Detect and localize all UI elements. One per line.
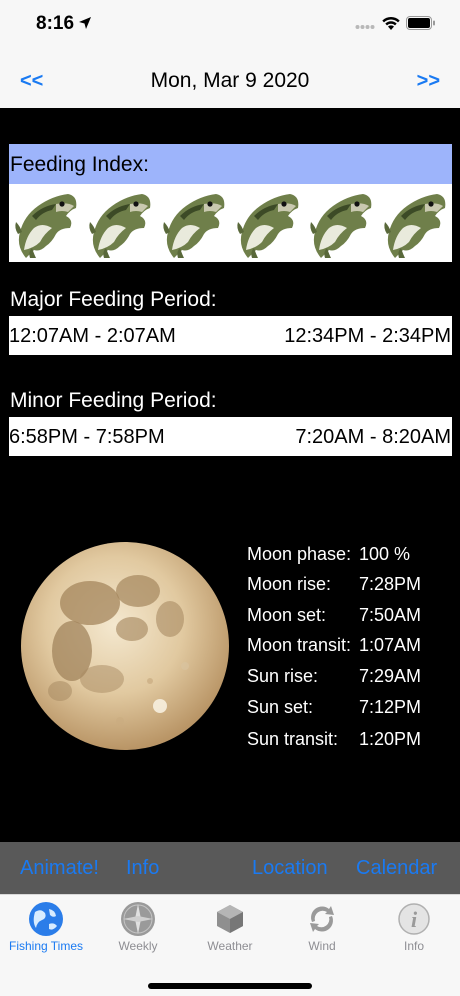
- sun-transit-label: Sun transit:: [247, 729, 339, 749]
- major-period-2: 12:34PM - 2:34PM: [284, 325, 451, 347]
- tab-bar: Fishing Times Weekly Weather Wind i Info: [0, 894, 460, 996]
- info-button[interactable]: Info: [126, 857, 159, 880]
- wind-arrows-icon: [310, 906, 334, 932]
- tab-wind[interactable]: Wind: [276, 895, 368, 957]
- globe-icon: [29, 902, 63, 936]
- compass-icon: [121, 902, 155, 936]
- moon-rise-value: 7:28PM: [359, 574, 422, 594]
- moon-set-value: 7:50AM: [359, 605, 422, 625]
- location-arrow-icon: [79, 17, 91, 29]
- bass-fish-icon: [384, 194, 446, 258]
- sun-rise-value: 7:29AM: [359, 666, 422, 686]
- major-period-1: 12:07AM - 2:07AM: [9, 325, 176, 347]
- minor-period-box: 6:58PM - 7:58PM 7:20AM - 8:20AM: [9, 417, 452, 456]
- moon-set-label: Moon set:: [247, 605, 327, 625]
- bass-fish-icon: [89, 194, 151, 258]
- calendar-button[interactable]: Calendar: [356, 857, 437, 880]
- animate-button[interactable]: Animate!: [20, 857, 99, 880]
- feeding-index-label: Feeding Index:: [9, 144, 452, 184]
- tab-info[interactable]: i Info: [368, 895, 460, 957]
- tab-label: Fishing Times: [8, 939, 84, 953]
- sun-set-value: 7:12PM: [359, 697, 422, 717]
- sun-rise-label: Sun rise:: [247, 666, 319, 686]
- status-time: 8:16: [36, 13, 75, 34]
- tab-fishing-times[interactable]: Fishing Times: [0, 895, 92, 957]
- action-toolbar: Animate! Info Location Calendar: [0, 842, 460, 894]
- moon-transit-value: 1:07AM: [359, 635, 422, 655]
- home-indicator[interactable]: [148, 983, 312, 989]
- info-icon: i: [398, 903, 430, 935]
- sun-set-label: Sun set:: [247, 697, 314, 717]
- main-content: Feeding Index: Major Feeding Period: 12:…: [0, 108, 460, 842]
- nav-bar: << Mon, Mar 9 2020 >>: [0, 50, 460, 108]
- moon-phase-label: Moon phase:: [247, 544, 352, 564]
- feeding-index-panel: Feeding Index:: [9, 144, 452, 262]
- major-period-label: Major Feeding Period:: [10, 288, 217, 311]
- tab-label: Info: [403, 939, 424, 953]
- moon-phase-value: 100 %: [359, 544, 411, 564]
- bass-fish-icon: [162, 194, 224, 258]
- minor-period-label: Minor Feeding Period:: [10, 389, 217, 412]
- signal-dots-icon: [355, 25, 375, 29]
- svg-text:i: i: [411, 907, 418, 932]
- tab-weather[interactable]: Weather: [184, 895, 276, 957]
- bass-fish-icon: [310, 194, 372, 258]
- tab-label: Weather: [207, 939, 253, 953]
- full-moon-image: [21, 542, 229, 750]
- moon-rise-label: Moon rise:: [247, 574, 332, 594]
- status-bar: 8:16: [0, 0, 460, 50]
- moon-transit-label: Moon transit:: [247, 635, 352, 655]
- tab-weekly[interactable]: Weekly: [92, 895, 184, 957]
- major-period-box: 12:07AM - 2:07AM 12:34PM - 2:34PM: [9, 316, 452, 355]
- cube-icon: [217, 905, 243, 933]
- next-day-button[interactable]: >>: [417, 70, 440, 93]
- sun-transit-value: 1:20PM: [359, 729, 422, 749]
- screen: 8:16 << Mon, Mar 9 2020 >> Feeding Index…: [0, 0, 460, 996]
- minor-period-1: 6:58PM - 7:58PM: [9, 426, 165, 448]
- location-button[interactable]: Location: [252, 857, 328, 880]
- tab-label: Wind: [308, 939, 336, 953]
- bass-fish-icon: [236, 194, 298, 258]
- wifi-icon: [382, 16, 400, 30]
- feeding-index-fish-row: [9, 188, 452, 262]
- battery-icon: [406, 16, 435, 30]
- minor-period-2: 7:20AM - 8:20AM: [295, 426, 451, 448]
- bass-fish-icon: [15, 194, 77, 258]
- date-title: Mon, Mar 9 2020: [150, 69, 310, 92]
- tab-label: Weekly: [118, 939, 158, 953]
